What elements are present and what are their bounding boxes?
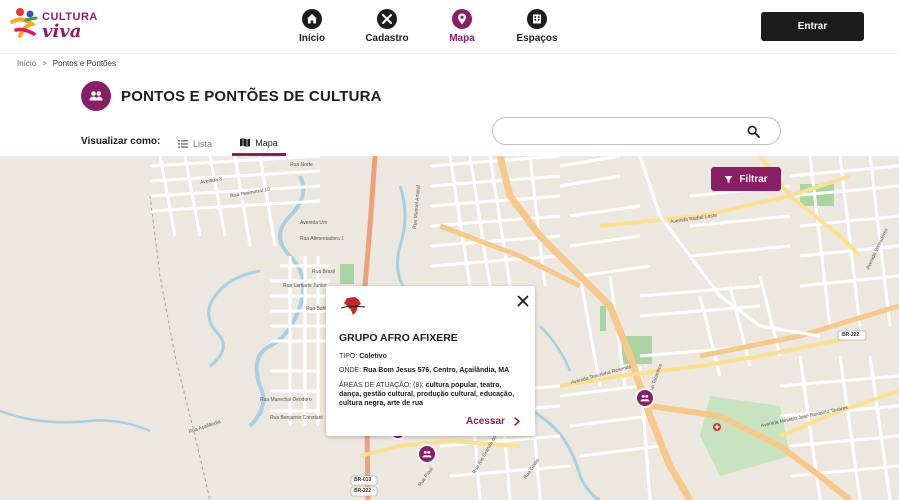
popup-title: GRUPO AFRO AFIXERE bbox=[339, 332, 458, 344]
home-icon bbox=[302, 9, 322, 29]
map-popup: GRUPO AFRO AFIXERE TIPO: Coletivo ONDE: … bbox=[326, 286, 535, 436]
breadcrumb-separator: > bbox=[42, 59, 47, 68]
page-title: PONTOS E PONTÕES DE CULTURA bbox=[121, 88, 382, 105]
list-icon bbox=[178, 140, 188, 148]
building-icon bbox=[527, 9, 547, 29]
login-button[interactable]: Entrar bbox=[761, 12, 864, 41]
people-icon bbox=[422, 450, 432, 458]
chevron-right-icon bbox=[514, 417, 520, 426]
nav-mapa-label: Mapa bbox=[449, 33, 475, 44]
nav-cadastro[interactable]: Cadastro bbox=[352, 9, 422, 49]
search-input[interactable] bbox=[505, 122, 745, 140]
filter-icon bbox=[724, 175, 733, 183]
nav-inicio-label: Início bbox=[298, 33, 326, 44]
highway-label: BR-222 bbox=[354, 488, 372, 494]
top-header: CULTURA viva Início Cadastro Mapa Espaço… bbox=[0, 0, 899, 54]
highway-label: BR-010 bbox=[354, 477, 372, 483]
search-icon[interactable] bbox=[747, 125, 760, 138]
nav-cadastro-label: Cadastro bbox=[365, 33, 409, 44]
breadcrumb-home[interactable]: Início bbox=[17, 59, 36, 68]
map-label-road: Avenida Um bbox=[300, 220, 328, 226]
map-marker[interactable] bbox=[635, 388, 655, 408]
map-label-road: Rua Marechal Deodoro bbox=[260, 397, 312, 403]
africa-logo-icon bbox=[340, 297, 366, 315]
people-icon bbox=[81, 81, 111, 111]
breadcrumb-current: Pontos e Pontões bbox=[52, 59, 116, 68]
map-pin-icon bbox=[452, 9, 472, 29]
tab-lista[interactable]: Lista bbox=[174, 132, 216, 156]
tab-lista-label: Lista bbox=[193, 139, 213, 149]
logo-text-bottom: viva bbox=[42, 21, 82, 42]
nav-inicio[interactable]: Início bbox=[277, 9, 347, 49]
map-label-road: Rua Alimentadora 1 bbox=[300, 236, 344, 242]
popup-address-value: Rua Bom Jesus 576, Centro, Açailândia, M… bbox=[363, 367, 510, 374]
nav-espacos[interactable]: Espaços bbox=[502, 9, 572, 49]
highway-label: BR-222 bbox=[842, 332, 860, 338]
map-icon bbox=[240, 138, 251, 147]
people-icon bbox=[640, 394, 650, 402]
map-marker[interactable] bbox=[417, 444, 437, 464]
map-label-road: Rua Brasil bbox=[312, 269, 336, 275]
popup-access-label: Acessar bbox=[466, 416, 505, 427]
search-box[interactable] bbox=[492, 117, 781, 145]
breadcrumb: Início > Pontos e Pontões bbox=[17, 59, 116, 68]
tab-mapa[interactable]: Mapa bbox=[232, 132, 286, 156]
view-as-label: Visualizar como: bbox=[81, 136, 161, 147]
popup-areas-label: ÁREAS DE ATUAÇÃO: (8): bbox=[339, 382, 424, 389]
popup-type: TIPO: Coletivo bbox=[339, 352, 524, 361]
logo-figure-icon bbox=[10, 8, 38, 38]
popup-address-label: ONDE: bbox=[339, 367, 362, 374]
nav-mapa[interactable]: Mapa bbox=[427, 9, 497, 49]
popup-type-value: Coletivo bbox=[359, 353, 387, 360]
close-icon[interactable] bbox=[516, 294, 530, 308]
cultura-viva-logo[interactable]: CULTURA viva bbox=[8, 6, 98, 46]
popup-type-label: TIPO: bbox=[339, 353, 358, 360]
map-label-road: Rua Benjamin Constant bbox=[270, 415, 323, 421]
map-label-road: Rua Norte bbox=[290, 162, 313, 168]
popup-areas: ÁREAS DE ATUAÇÃO: (8): cultura popular, … bbox=[339, 381, 524, 408]
popup-access-link[interactable]: Acessar bbox=[466, 416, 520, 427]
tools-icon bbox=[377, 9, 397, 29]
popup-address: ONDE: Rua Bom Jesus 576, Centro, Açailân… bbox=[339, 366, 524, 375]
nav-espacos-label: Espaços bbox=[516, 33, 558, 44]
map-label-road: Rua Lamarie Junior bbox=[283, 283, 327, 289]
filter-button[interactable]: Filtrar bbox=[711, 167, 781, 191]
filter-button-label: Filtrar bbox=[739, 173, 768, 185]
tab-mapa-label: Mapa bbox=[255, 137, 278, 148]
